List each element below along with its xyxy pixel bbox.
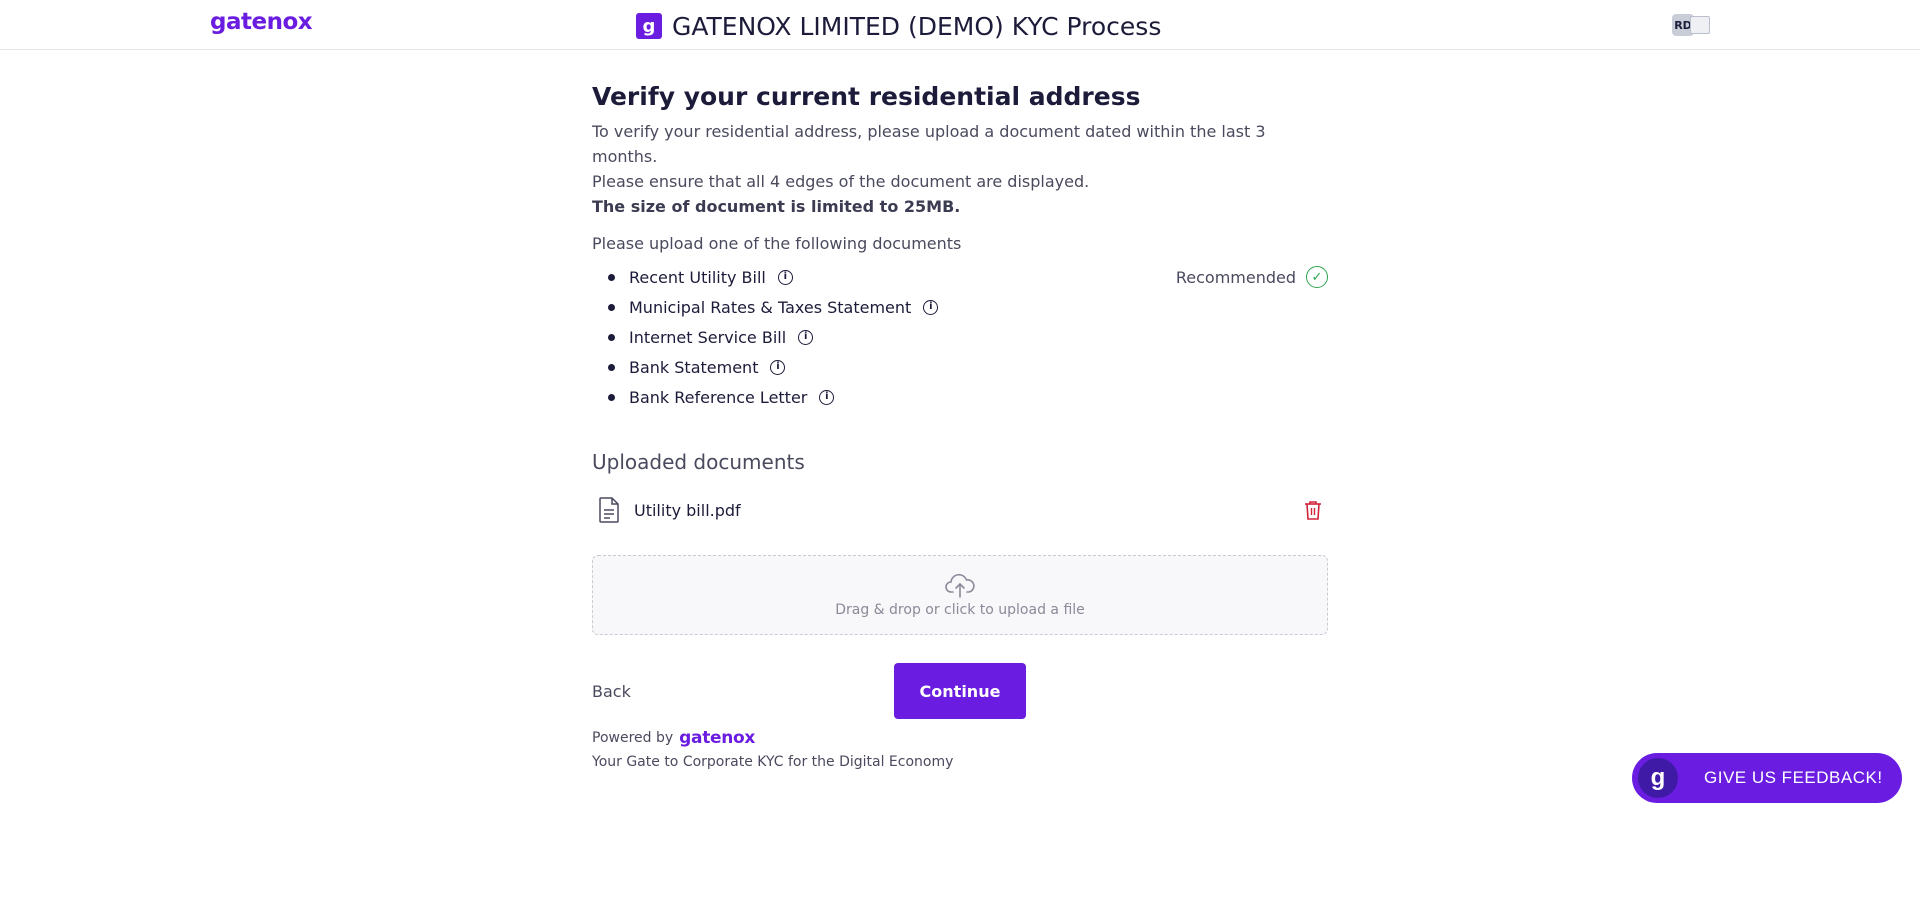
list-item: Municipal Rates & Taxes Statement i — [592, 292, 1328, 322]
document-label: Bank Reference Letter — [629, 387, 808, 407]
list-item: Bank Statement i — [592, 352, 1328, 382]
intro-line-1: To verify your residential address, plea… — [592, 122, 1266, 166]
footer-gatenox-logo[interactable]: gatenox — [679, 728, 755, 748]
document-label: Recent Utility Bill — [629, 267, 766, 287]
user-avatar[interactable]: RD — [1672, 13, 1710, 37]
powered-by-text: Powered by — [592, 730, 674, 746]
cloud-upload-icon — [945, 573, 975, 598]
info-icon[interactable]: i — [923, 299, 939, 315]
continue-button[interactable]: Continue — [894, 663, 1026, 719]
document-label: Bank Statement — [629, 357, 759, 377]
header-title-group: g GATENOX LIMITED (DEMO) KYC Process — [636, 10, 1161, 42]
page-header-title: GATENOX LIMITED (DEMO) KYC Process — [672, 11, 1162, 41]
page-title: Verify your current residential address — [592, 82, 1141, 111]
footer-tagline: Your Gate to Corporate KYC for the Digit… — [592, 754, 954, 770]
powered-by: Powered by gatenox — [592, 728, 953, 748]
bullet — [608, 303, 615, 311]
info-icon[interactable]: i — [777, 269, 793, 285]
gatenox-logo[interactable]: gatenox — [210, 9, 313, 35]
footer: Powered by gatenox Your Gate to Corporat… — [592, 728, 953, 770]
document-label: Municipal Rates & Taxes Statement — [629, 297, 912, 317]
uploaded-documents-heading: Uploaded documents — [592, 450, 805, 474]
avatar-image-icon — [1690, 16, 1710, 34]
list-item: Recent Utility Bill i Recommended ✓ — [592, 262, 1328, 292]
document-file-icon — [599, 497, 619, 523]
info-icon[interactable]: i — [770, 359, 786, 375]
check-circle-icon: ✓ — [1306, 266, 1328, 288]
uploaded-file-name[interactable]: Utility bill.pdf — [634, 501, 741, 520]
file-upload-dropzone[interactable]: Drag & drop or click to upload a file — [592, 555, 1328, 635]
documents-list: Recent Utility Bill i Recommended ✓ Muni… — [592, 262, 1328, 412]
info-icon[interactable]: i — [819, 389, 835, 405]
give-feedback-button[interactable]: g GIVE US FEEDBACK! — [1632, 753, 1902, 803]
document-label: Internet Service Bill — [629, 327, 787, 347]
intro-size-limit: The size of document is limited to 25MB. — [592, 197, 961, 216]
intro-line-2: Please ensure that all 4 edges of the do… — [592, 172, 1090, 191]
intro-text: To verify your residential address, plea… — [592, 119, 1328, 219]
recommended-label: Recommended — [1175, 267, 1296, 287]
recommended-badge: Recommended ✓ — [1176, 266, 1328, 288]
documents-heading: Please upload one of the following docum… — [592, 234, 962, 253]
bullet — [608, 363, 615, 371]
trash-icon[interactable] — [1304, 500, 1322, 520]
top-header: gatenox g GATENOX LIMITED (DEMO) KYC Pro… — [0, 0, 1920, 50]
uploaded-file-row: Utility bill.pdf — [592, 496, 1328, 524]
feedback-label: GIVE US FEEDBACK! — [1704, 768, 1883, 787]
dropzone-text: Drag & drop or click to upload a file — [835, 602, 1085, 618]
bullet — [608, 333, 615, 341]
back-button[interactable]: Back — [592, 682, 631, 701]
info-icon[interactable]: i — [798, 329, 814, 345]
brand-icon: g — [636, 13, 662, 39]
list-item: Bank Reference Letter i — [592, 382, 1328, 412]
bullet — [608, 273, 615, 281]
list-item: Internet Service Bill i — [592, 322, 1328, 352]
main-content: Verify your current residential address … — [592, 82, 1328, 719]
bullet — [608, 393, 615, 401]
gatenox-g-icon: g — [1638, 758, 1678, 798]
